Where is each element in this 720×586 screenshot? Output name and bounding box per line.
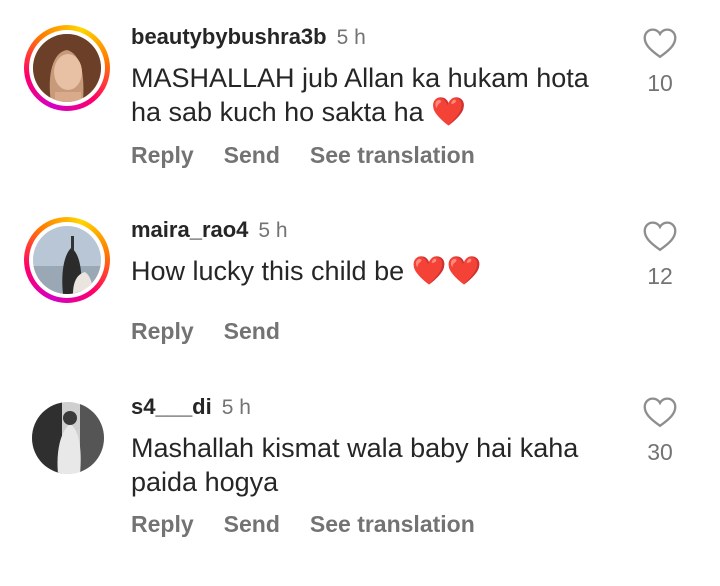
comment-text: MASHALLAH jub Allan ka hukam hota ha sab… <box>131 61 621 129</box>
send-button[interactable]: Send <box>224 142 280 168</box>
timestamp: 5 h <box>258 219 288 242</box>
reply-button[interactable]: Reply <box>131 318 194 344</box>
comment-body: Mashallah kismat wala baby hai kaha paid… <box>131 433 579 497</box>
avatar[interactable] <box>24 25 110 111</box>
username[interactable]: maira_rao4 <box>131 217 248 242</box>
comment-actions: Reply Send <box>131 318 310 345</box>
heart-outline-icon[interactable] <box>642 27 678 59</box>
comment-item: maira_rao4 5 h How lucky this child be ❤️… <box>0 190 720 370</box>
send-button[interactable]: Send <box>224 511 280 537</box>
heart-emoji: ❤️❤️ <box>411 255 482 286</box>
comment-meta: beautybybushra3b 5 h <box>131 24 366 50</box>
comment-actions: Reply Send See translation <box>131 511 505 538</box>
comment-text: How lucky this child be ❤️❤️ <box>131 254 621 288</box>
timestamp: 5 h <box>336 26 366 49</box>
username[interactable]: beautybybushra3b <box>131 24 327 49</box>
see-translation-button[interactable]: See translation <box>310 142 475 168</box>
comment-actions: Reply Send See translation <box>131 142 505 169</box>
comment-meta: maira_rao4 5 h <box>131 217 288 243</box>
heart-outline-icon[interactable] <box>642 220 678 252</box>
avatar-image <box>33 34 101 102</box>
see-translation-button[interactable]: See translation <box>310 511 475 537</box>
avatar[interactable] <box>32 402 104 474</box>
comment-body: MASHALLAH jub Allan ka hukam hota ha sab… <box>131 63 589 127</box>
avatar[interactable] <box>24 217 110 303</box>
reply-button[interactable]: Reply <box>131 142 194 168</box>
comment-item: s4___di 5 h Mashallah kismat wala baby ha… <box>0 370 720 586</box>
comment-item: beautybybushra3b 5 h MASHALLAH jub Allan … <box>0 0 720 190</box>
timestamp: 5 h <box>221 396 251 419</box>
send-button[interactable]: Send <box>224 318 280 344</box>
comment-meta: s4___di 5 h <box>131 394 251 420</box>
username[interactable]: s4___di <box>131 394 212 419</box>
avatar-image <box>33 226 101 294</box>
comment-text: Mashallah kismat wala baby hai kaha paid… <box>131 431 621 499</box>
like-count: 30 <box>647 439 673 465</box>
like-count: 10 <box>647 70 673 96</box>
heart-outline-icon[interactable] <box>642 396 678 428</box>
heart-emoji: ❤️ <box>431 96 467 127</box>
like-count: 12 <box>647 263 673 289</box>
reply-button[interactable]: Reply <box>131 511 194 537</box>
comment-body: How lucky this child be <box>131 256 405 286</box>
